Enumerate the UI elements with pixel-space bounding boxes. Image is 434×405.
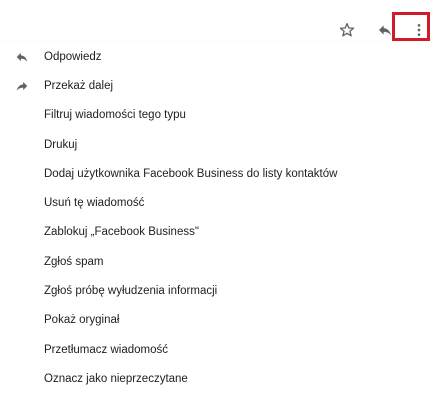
- menu-list: Odpowiedz Przekaż dalej Filtruj wiadomoś…: [0, 42, 434, 394]
- menu-item-label: Pokaż oryginał: [44, 314, 120, 327]
- menu-item-forward[interactable]: Przekaż dalej: [0, 71, 434, 100]
- menu-item-label: Zgłoś spam: [44, 255, 104, 268]
- menu-item-filter[interactable]: Filtruj wiadomości tego typu: [0, 101, 434, 130]
- reply-icon: [14, 42, 30, 71]
- menu-item-label: Oznacz jako nieprzeczytane: [44, 372, 188, 385]
- menu-item-translate[interactable]: Przetłumacz wiadomość: [0, 335, 434, 364]
- menu-item-label: Dodaj użytkownika Facebook Business do l…: [44, 167, 338, 180]
- menu-item-label: Przekaż dalej: [44, 79, 114, 92]
- gmail-message-actions: Odpowiedz Przekaż dalej Filtruj wiadomoś…: [0, 0, 434, 405]
- menu-item-label: Zablokuj „Facebook Business": [44, 226, 199, 239]
- menu-item-label: Przetłumacz wiadomość: [44, 343, 168, 356]
- menu-item-label: Usuń tę wiadomość: [44, 197, 145, 210]
- menu-item-block[interactable]: Zablokuj „Facebook Business": [0, 218, 434, 247]
- menu-item-mark-unread[interactable]: Oznacz jako nieprzeczytane: [0, 364, 434, 393]
- menu-item-label: Filtruj wiadomości tego typu: [44, 109, 186, 122]
- forward-icon: [14, 71, 30, 100]
- menu-item-report-phishing[interactable]: Zgłoś próbę wyłudzenia informacji: [0, 276, 434, 305]
- menu-item-print[interactable]: Drukuj: [0, 130, 434, 159]
- star-icon[interactable]: [336, 19, 358, 41]
- menu-item-reply[interactable]: Odpowiedz: [0, 42, 434, 71]
- menu-item-label: Odpowiedz: [44, 50, 102, 63]
- message-toolbar: [0, 0, 434, 42]
- menu-item-label: Drukuj: [44, 138, 78, 151]
- highlight-box: [392, 12, 430, 41]
- menu-item-show-original[interactable]: Pokaż oryginał: [0, 306, 434, 335]
- menu-item-add-contact[interactable]: Dodaj użytkownika Facebook Business do l…: [0, 159, 434, 188]
- more-options-menu: Odpowiedz Przekaż dalej Filtruj wiadomoś…: [0, 42, 434, 405]
- menu-item-label: Zgłoś próbę wyłudzenia informacji: [44, 285, 218, 298]
- menu-item-delete[interactable]: Usuń tę wiadomość: [0, 188, 434, 217]
- menu-item-report-spam[interactable]: Zgłoś spam: [0, 247, 434, 276]
